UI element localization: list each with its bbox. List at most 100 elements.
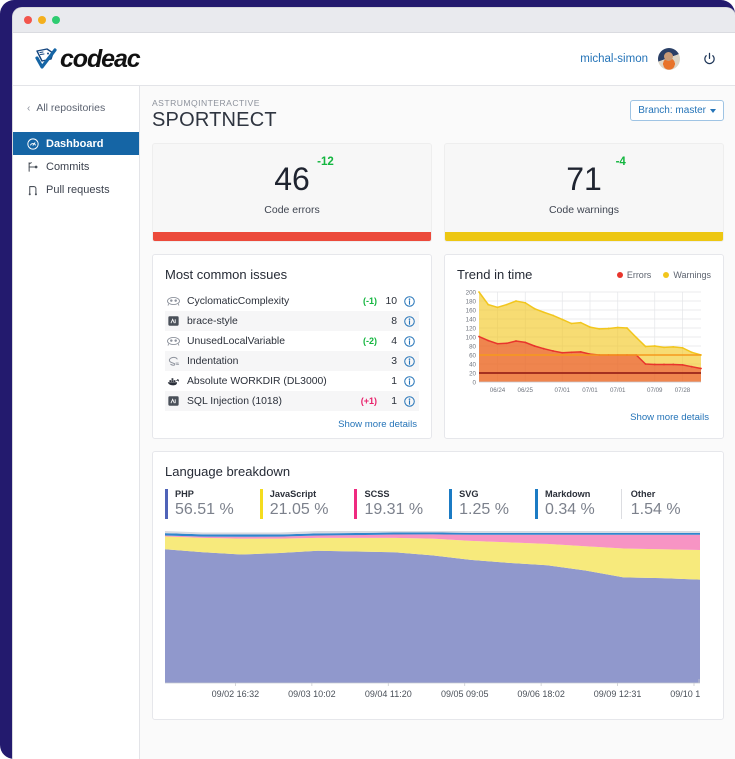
issue-count: 1: [391, 375, 397, 387]
language-percent: 21.05 %: [269, 501, 329, 518]
trend-legend: Errors Warnings: [616, 269, 711, 280]
code-warnings-content: 71 -4 Code warnings: [445, 144, 723, 232]
close-window-button[interactable]: [24, 16, 32, 24]
code-errors-label: Code errors: [264, 204, 320, 216]
language-percent: 19.31 %: [364, 501, 424, 518]
language-percent: 0.34 %: [544, 501, 595, 518]
code-warnings-value-wrap: 71 -4: [566, 156, 626, 195]
sidebar-item-commits[interactable]: Commits: [13, 155, 139, 178]
chevron-down-icon: [710, 108, 716, 113]
trend-chart[interactable]: 0 20 40 60 80 100 120 140 160 180 200 06/24 06/25 07/…: [457, 288, 705, 404]
power-icon: [703, 52, 715, 64]
language-item-scss: SCSS 19.31 %: [354, 489, 423, 519]
code-errors-content: 46 -12 Code errors: [153, 144, 431, 232]
legend-item-errors[interactable]: Errors: [616, 269, 652, 280]
svg-text:09/05 09:05: 09/05 09:05: [441, 689, 489, 699]
issue-delta: (+1): [360, 396, 377, 406]
svg-text:09/06 18:02: 09/06 18:02: [517, 689, 565, 699]
minimize-window-button[interactable]: [38, 16, 46, 24]
code-errors-value: 46: [274, 161, 310, 197]
sidebar-item-label: Dashboard: [46, 137, 104, 150]
svg-text:09/02 16:32: 09/02 16:32: [212, 689, 260, 699]
legend-dot-warnings: [663, 271, 670, 278]
issue-name: brace-style: [187, 315, 238, 327]
desktop-frame: codeac michal-simon ‹ All repositories D…: [0, 0, 735, 759]
avatar[interactable]: [658, 48, 680, 70]
language-name: JavaScript: [269, 489, 317, 499]
list-item[interactable]: Absolute WORKDIR (DL3000) 1: [165, 371, 419, 391]
page-title-block: ASTRUMQINTERACTIVE SPORTNECT: [152, 98, 277, 132]
sidebar-item-label: Commits: [46, 160, 90, 173]
list-item[interactable]: brace-style 8: [165, 311, 419, 331]
pull-request-icon: [28, 185, 37, 195]
language-percent: 1.54 %: [630, 501, 681, 518]
page-title: SPORTNECT: [152, 109, 277, 131]
info-icon[interactable]: [404, 395, 415, 407]
legend-label: Warnings: [673, 269, 711, 280]
svg-text:20: 20: [469, 371, 476, 378]
organization-label: ASTRUMQINTERACTIVE: [152, 98, 260, 108]
svg-text:140: 140: [466, 317, 477, 324]
code-warnings-accent-bar: [445, 232, 723, 241]
sidebar-nav: Dashboard Commits Pull requests: [13, 132, 139, 201]
eslint-icon: [168, 316, 179, 326]
issue-name: CyclomaticComplexity: [187, 295, 290, 307]
trend-show-more-link[interactable]: Show more details: [457, 412, 711, 423]
issues-panel-title: Most common issues: [165, 267, 288, 282]
sidebar-item-pull-requests[interactable]: Pull requests: [13, 178, 139, 201]
svg-text:07/09: 07/09: [647, 387, 663, 394]
svg-text:09/04 11:20: 09/04 11:20: [365, 689, 412, 699]
maximize-window-button[interactable]: [52, 16, 60, 24]
info-icon[interactable]: [404, 295, 415, 307]
legend-item-warnings[interactable]: Warnings: [663, 270, 711, 280]
code-errors-card[interactable]: 46 -12 Code errors: [152, 143, 432, 242]
code-errors-delta: -12: [317, 156, 334, 168]
logout-button[interactable]: [700, 50, 718, 68]
svg-text:07/01: 07/01: [610, 387, 626, 394]
svg-text:200: 200: [466, 290, 477, 297]
svg-text:40: 40: [469, 362, 476, 369]
issue-delta: (-2): [363, 336, 377, 346]
info-icon[interactable]: [404, 335, 415, 347]
issue-count: 8: [391, 315, 397, 327]
info-icon[interactable]: [404, 375, 415, 387]
sidebar-item-dashboard[interactable]: Dashboard: [13, 132, 139, 155]
svg-text:60: 60: [469, 353, 476, 360]
code-warnings-label: Code warnings: [548, 204, 620, 216]
svg-text:180: 180: [466, 299, 477, 306]
trend-in-time-panel: Trend in time Errors Warnings 0 20 40 60…: [444, 254, 724, 439]
legend-label: Errors: [626, 269, 652, 280]
issue-name: Indentation: [187, 355, 239, 367]
issue-name: SQL Injection (1018): [187, 395, 282, 407]
page-header: ASTRUMQINTERACTIVE SPORTNECT Branch: mas…: [152, 98, 724, 132]
code-warnings-card[interactable]: 71 -4 Code warnings: [444, 143, 724, 242]
svg-text:07/01: 07/01: [582, 387, 598, 394]
issue-count: 10: [385, 295, 397, 307]
issues-show-more-link[interactable]: Show more details: [165, 419, 419, 430]
list-item[interactable]: UnusedLocalVariable (-2) 4: [165, 331, 419, 351]
issue-count: 1: [391, 395, 397, 407]
codeac-logo[interactable]: codeac: [33, 44, 141, 74]
code-warnings-delta: -4: [615, 156, 626, 168]
info-icon[interactable]: [404, 355, 415, 367]
username-label[interactable]: michal-simon: [580, 53, 648, 65]
list-item[interactable]: Indentation 3: [165, 351, 419, 371]
svg-text:09/10 13:49: 09/10 13:49: [670, 689, 700, 699]
svg-text:09/09 12:31: 09/09 12:31: [594, 689, 642, 699]
brand-name: codeac: [60, 44, 141, 73]
language-item-php: PHP 56.51 %: [165, 489, 234, 519]
list-item[interactable]: SQL Injection (1018) (+1) 1: [165, 391, 419, 411]
info-icon[interactable]: [404, 315, 415, 327]
stat-cards-row: 46 -12 Code errors 71 -4 Code warnings: [152, 143, 724, 242]
dashboard-icon: [27, 137, 39, 150]
svg-text:160: 160: [466, 308, 477, 315]
php-icon: [167, 336, 180, 346]
issue-delta: (-1): [363, 296, 377, 306]
language-name: Other: [630, 489, 656, 499]
language-breakdown-chart[interactable]: 09/02 16:32 09/03 10:02 09/04 11:20 09/05 0…: [165, 529, 700, 709]
list-item[interactable]: CyclomaticComplexity (-1) 10: [165, 291, 419, 311]
branch-selector-button[interactable]: Branch: master: [630, 100, 724, 121]
language-name: Markdown: [544, 489, 591, 499]
language-item-other: Other 1.54 %: [620, 489, 681, 519]
all-repositories-link[interactable]: ‹ All repositories: [13, 98, 139, 118]
